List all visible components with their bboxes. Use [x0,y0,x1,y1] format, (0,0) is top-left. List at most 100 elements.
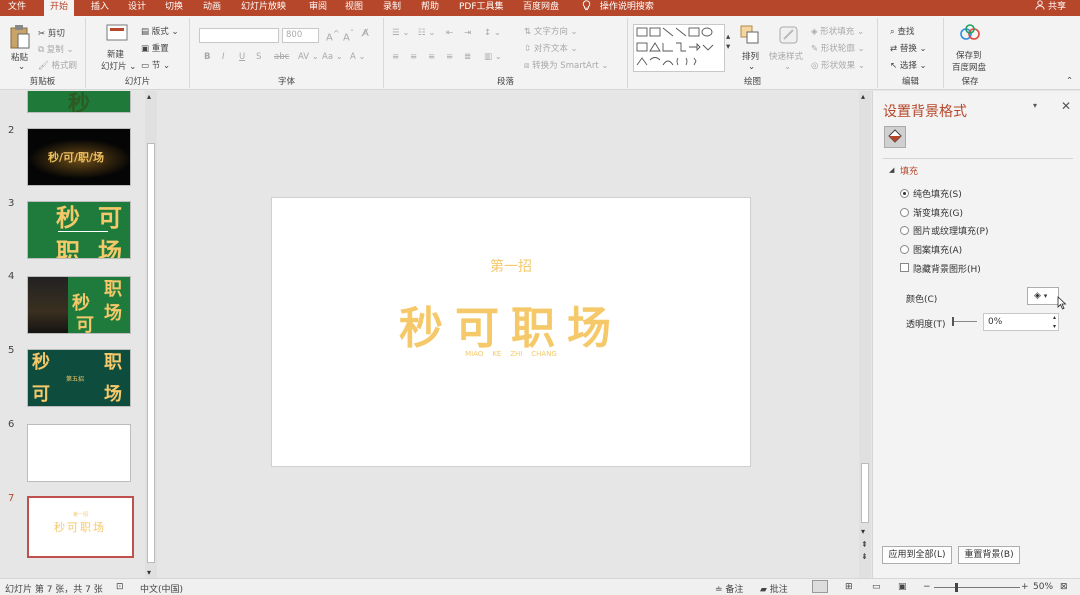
transparency-slider[interactable] [953,321,977,322]
save-to-button[interactable]: 保存到 [956,49,982,61]
thumbnail-slide-3[interactable]: 秒 可 职 场 [27,201,131,259]
decrease-font-icon[interactable]: Aˇ [343,28,354,43]
normal-view-icon[interactable] [812,580,828,593]
reading-view-icon[interactable]: ▭ [872,582,881,592]
decrease-indent-icon[interactable]: ⇤ [446,28,453,38]
spinner-up-icon[interactable]: ▴ [1053,314,1056,321]
select-button[interactable]: ↖ 选择 ⌄ [890,59,927,71]
arrange-dropdown-icon[interactable]: ⌄ [748,62,755,72]
layout-button[interactable]: ▤ 版式 ⌄ [141,25,179,37]
slide-scroll-thumb[interactable] [861,463,869,523]
slideshow-icon[interactable]: ▣ [898,582,907,592]
transparency-input[interactable]: 0% ▴ ▾ [983,313,1059,331]
increase-indent-icon[interactable]: ⇥ [464,28,471,38]
align-left-icon[interactable]: ≡ [392,52,399,62]
zoom-level[interactable]: 50% [1033,582,1053,592]
copy-button[interactable]: ⧉ 复制 ⌄ [38,43,74,55]
notes-button[interactable]: ≐ 备注 [715,582,743,595]
distribute-icon[interactable]: ≣ [464,52,471,62]
thumbnail-slide-5[interactable]: 秒 职 可 场 第五招 [27,349,131,407]
thumbnail-slide-7[interactable]: 第一招 秒可职场 [27,496,134,558]
pane-options-icon[interactable]: ▾ [1033,101,1037,110]
font-name-combo[interactable] [199,28,279,43]
new-slide-dropdown[interactable]: 幻灯片 ⌄ [101,60,136,72]
shapes-gallery[interactable] [633,24,725,72]
fit-to-window-icon[interactable]: ⊠ [1060,582,1068,592]
change-case-icon[interactable]: Aa ⌄ [322,52,343,62]
hide-bg-checkbox[interactable] [900,263,909,272]
font-size-combo[interactable]: 800 [282,28,319,43]
align-text-button[interactable]: ⇳ 对齐文本 ⌄ [524,42,578,54]
pattern-fill-radio[interactable] [900,245,909,254]
slide-sorter-icon[interactable]: ⊞ [845,582,853,592]
cut-button[interactable]: ✂ 剪切 [38,27,65,39]
thumbnail-slide-4[interactable]: 职 秒 场 可 [27,276,131,334]
apply-to-all-button[interactable]: 应用到全部(L) [882,546,952,564]
thumbnail-scrollbar[interactable]: ▴ ▾ [145,91,157,578]
tab-review[interactable]: 审阅 [309,0,327,16]
shadow-icon[interactable]: S [256,52,261,62]
underline-icon[interactable]: U [239,52,245,62]
spinner-down-icon[interactable]: ▾ [1053,323,1056,330]
replace-button[interactable]: ⇄ 替换 ⌄ [890,42,927,54]
format-painter-button[interactable]: 🖌 格式刷 [38,59,77,71]
paste-dropdown-icon[interactable]: ⌄ [18,62,25,72]
tab-home[interactable]: 开始 [44,0,75,16]
tab-file[interactable]: 文件 [8,0,26,16]
share-button[interactable]: 共享 [1035,0,1066,16]
slide-subtitle[interactable]: 第一招 [272,256,750,276]
tab-transitions[interactable]: 切换 [165,0,183,16]
numbering-icon[interactable]: ☷ ⌄ [418,28,435,38]
italic-icon[interactable]: I [222,52,225,62]
slide-scrollbar[interactable]: ▴ ▾ ⇞ ⇟ [859,91,871,578]
collapse-ribbon-icon[interactable]: ⌃ [1066,76,1073,86]
slide-title[interactable]: 秒可职场 [272,292,750,356]
bold-icon[interactable]: B [204,52,210,62]
scroll-up-icon[interactable]: ▴ [861,92,865,101]
prev-slide-icon[interactable]: ⇞ [861,540,868,549]
section-collapse-icon[interactable]: ◢ [889,166,894,174]
increase-font-icon[interactable]: A^ [326,28,340,43]
zoom-slider[interactable] [934,587,1020,588]
spell-check-icon[interactable]: ⊡ [116,582,124,592]
picture-fill-radio[interactable] [900,226,909,235]
tab-help[interactable]: 帮助 [421,0,439,16]
align-center-icon[interactable]: ≡ [410,52,417,62]
tab-record[interactable]: 录制 [383,0,401,16]
shape-effects-button[interactable]: ◎ 形状效果 ⌄ [811,59,865,71]
reset-button[interactable]: ▣ 重置 [141,42,169,54]
thumbnail-scroll-thumb[interactable] [147,143,155,563]
text-direction-button[interactable]: ⇅ 文字方向 ⌄ [524,25,578,37]
section-button[interactable]: ▭ 节 ⌄ [141,59,170,71]
tell-me-search[interactable]: 操作说明搜索 [582,0,654,16]
find-button[interactable]: ⌕ 查找 [890,25,914,37]
zoom-slider-handle[interactable] [955,583,958,592]
tab-baidu-netdisk[interactable]: 百度网盘 [523,0,559,16]
solid-fill-radio[interactable] [900,189,909,198]
shape-fill-button[interactable]: ◈ 形状填充 ⌄ [811,25,864,37]
tab-animations[interactable]: 动画 [203,0,221,16]
reset-background-button[interactable]: 重置背景(B) [958,546,1020,564]
tab-pdf-tools[interactable]: PDF工具集 [459,0,504,16]
color-picker-button[interactable]: ◈ ▾ [1027,287,1059,305]
font-color-icon[interactable]: A ⌄ [350,52,366,62]
shapes-scroll-icon[interactable]: ▴ ▾ [726,32,730,52]
char-spacing-icon[interactable]: AV ⌄ [298,52,319,62]
tab-insert[interactable]: 插入 [91,0,109,16]
transparency-slider-handle[interactable] [952,317,954,326]
scroll-down-icon[interactable]: ▾ [861,527,865,536]
zoom-in-icon[interactable]: + [1021,582,1029,592]
columns-icon[interactable]: ▥ ⌄ [484,52,502,62]
quick-styles-button[interactable]: 快速样式 [769,50,803,62]
gradient-fill-radio[interactable] [900,208,909,217]
thumbnail-slide-2[interactable]: 秒/可/职/场 [27,128,131,186]
scroll-up-icon[interactable]: ▴ [147,92,151,101]
close-icon[interactable]: ✕ [1061,99,1071,113]
strikethrough-icon[interactable]: abc [274,52,289,62]
slide-pinyin[interactable]: MIAO KE ZHI CHANG [272,350,750,358]
shape-outline-button[interactable]: ✎ 形状轮廓 ⌄ [811,42,865,54]
arrange-button[interactable]: 排列 [742,50,759,62]
bullets-icon[interactable]: ☰ ⌄ [392,28,409,38]
clear-format-icon[interactable]: A̸ [362,28,369,39]
thumbnail-slide-1[interactable]: 秒 [27,91,131,113]
